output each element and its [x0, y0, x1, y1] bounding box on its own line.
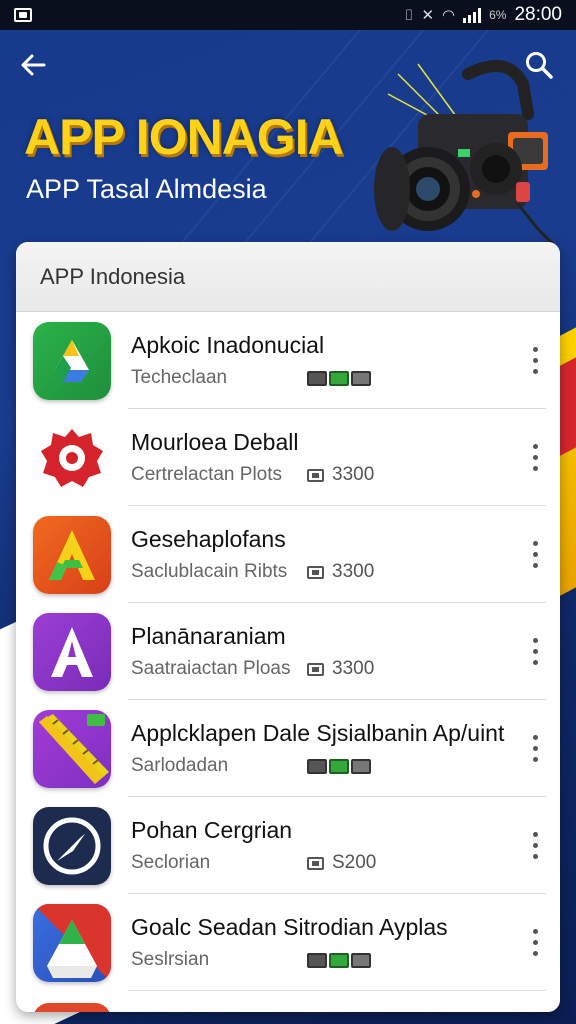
- app-subtitle: Certrelactan Plots: [131, 464, 283, 485]
- more-options-icon[interactable]: [518, 719, 552, 779]
- app-size: 3300: [332, 561, 375, 582]
- feature-badges: [307, 952, 371, 968]
- storage-icon: [307, 856, 324, 870]
- more-options-icon[interactable]: [518, 913, 552, 973]
- app-subtitle: Saclublacain Ribts: [131, 561, 288, 582]
- hero-subtitle: APP Tasal Almdesia: [26, 174, 267, 204]
- feature-badges: [307, 758, 371, 774]
- list-item[interactable]: Pohan Cergrian Seclorian S200: [16, 797, 560, 894]
- compass-icon: [33, 806, 111, 885]
- more-options-icon[interactable]: [518, 331, 552, 391]
- list-item[interactable]: Applcklapen Dale Sjsialbanin Ap/uint Sar…: [16, 700, 560, 797]
- app-subtitle: Seclorian: [131, 852, 211, 873]
- back-arrow-icon[interactable]: [18, 50, 52, 84]
- wifi-icon: ◠: [442, 7, 456, 24]
- clock: 28:00: [514, 4, 562, 25]
- red-gear-icon: [33, 418, 111, 497]
- app-name: Applcklapen Dale Sjsialbanin Ap/uint: [131, 720, 505, 746]
- app-name: Planānaraniam: [131, 623, 286, 649]
- drive-icon: [33, 321, 111, 400]
- hero-title: APP IONAGIA: [24, 109, 344, 165]
- more-options-icon[interactable]: [518, 525, 552, 585]
- triangle-logo-icon: [33, 903, 111, 982]
- app-name: Goalc Seadan Sitrodian Ayplas: [131, 914, 448, 940]
- mute-icon: ✕: [421, 7, 435, 24]
- app-list: Apkoic Inadonucial Techeclaan Mourloea D…: [16, 312, 560, 1012]
- card-heading: APP Indonesia: [16, 242, 560, 312]
- list-item[interactable]: Mourloea Deball Certrelactan Plots 3300: [16, 409, 560, 506]
- list-item-partial[interactable]: [16, 991, 560, 1012]
- feature-badges: [307, 370, 371, 386]
- app-subtitle: Saatraiactan Ploas: [131, 658, 291, 679]
- list-item[interactable]: Goalc Seadan Sitrodian Ayplas Seslrsian: [16, 894, 560, 991]
- list-item[interactable]: Planānaraniam Saatraiactan Ploas 3300: [16, 603, 560, 700]
- letter-a-orange-icon: [33, 515, 111, 594]
- app-name: Gesehaplofans: [131, 526, 286, 552]
- battery-level: 6%: [489, 8, 507, 22]
- more-options-icon[interactable]: [518, 622, 552, 682]
- status-bar: ⌷ ✕ ◠ 6% 28:00: [0, 0, 576, 30]
- more-options-icon[interactable]: [518, 428, 552, 488]
- app-size: S200: [332, 852, 377, 873]
- camera-illustration-icon: [374, 60, 555, 244]
- signal-icon: [463, 7, 482, 23]
- storage-icon: [307, 468, 324, 482]
- app-icon-partial: [33, 1003, 111, 1012]
- app-subtitle: Seslrsian: [131, 949, 210, 970]
- letter-a-purple-icon: [33, 612, 111, 691]
- header: APP IONAGIA APP Tasal Almdesia: [0, 30, 576, 250]
- app-subtitle: Techeclaan: [131, 367, 228, 388]
- app-subtitle: Sarlodadan: [131, 755, 229, 776]
- vibrate-icon: ⌷: [404, 6, 414, 24]
- list-item[interactable]: Apkoic Inadonucial Techeclaan: [16, 312, 560, 409]
- app-size: 3300: [332, 658, 375, 679]
- list-item[interactable]: Gesehaplofans Saclublacain Ribts 3300: [16, 506, 560, 603]
- app-size: 3300: [332, 464, 375, 485]
- more-options-icon[interactable]: [518, 816, 552, 876]
- ruler-icon: [33, 709, 111, 788]
- storage-icon: [307, 565, 324, 579]
- notification-icon: [14, 8, 32, 22]
- app-name: Apkoic Inadonucial: [131, 332, 325, 358]
- app-name: Mourloea Deball: [131, 429, 299, 455]
- storage-icon: [307, 662, 324, 676]
- app-list-card: APP Indonesia Apkoic Inadonucial Techecl…: [16, 242, 560, 1012]
- app-name: Pohan Cergrian: [131, 817, 293, 843]
